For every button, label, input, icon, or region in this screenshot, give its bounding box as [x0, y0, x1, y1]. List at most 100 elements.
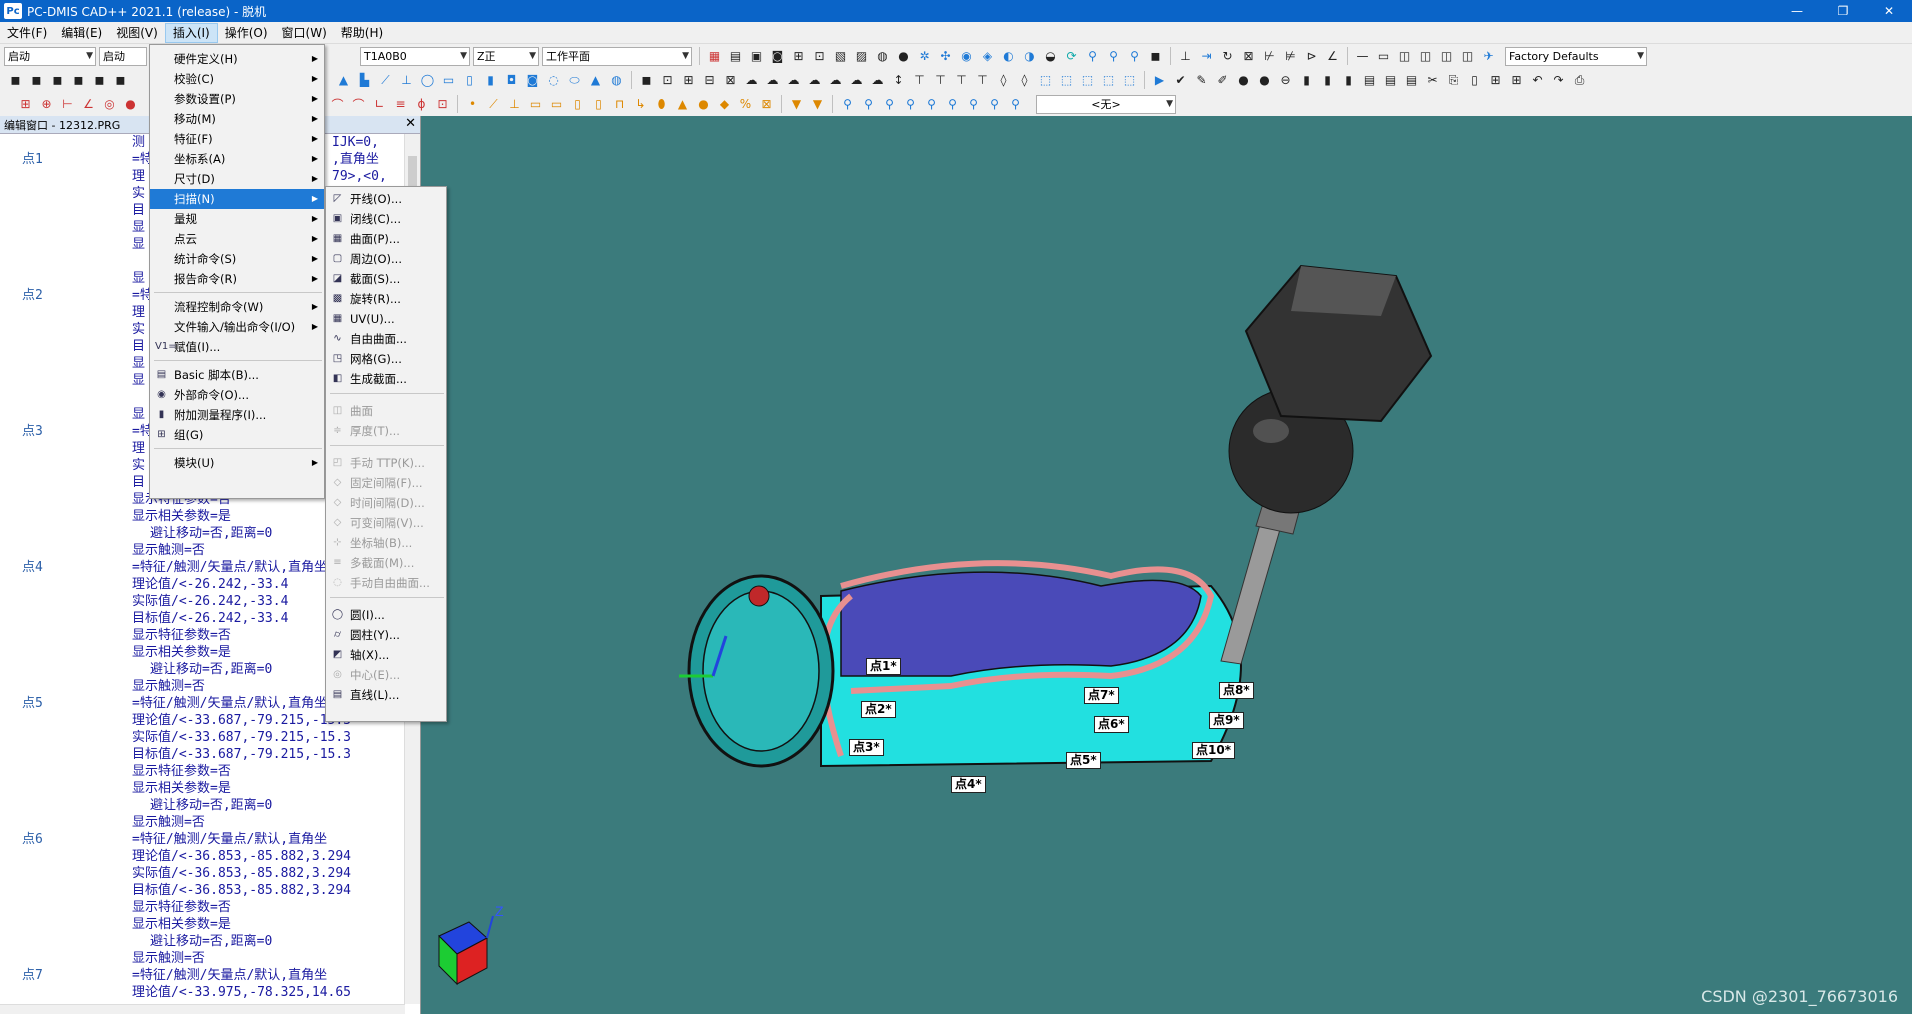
feature-point-icon[interactable]: ▲ [334, 71, 353, 90]
scan-menu-item[interactable]: ▢ 周边(O)... [326, 249, 446, 269]
insert-menu-item[interactable]: 统计命令(S) ▶ [150, 249, 324, 269]
probe-blue8-icon[interactable]: ⚲ [985, 95, 1004, 114]
stop-icon[interactable]: ⊖ [1276, 71, 1295, 90]
scan-menu-item[interactable]: ◩ 轴(X)... [326, 645, 446, 665]
arc2-red-icon[interactable]: ⌒ [349, 95, 368, 114]
box-icon[interactable]: ◼ [637, 71, 656, 90]
table2-icon[interactable]: ⊞ [1507, 71, 1526, 90]
cube-back-icon[interactable]: ◼ [27, 71, 46, 90]
point-label[interactable]: 点10* [1192, 742, 1235, 759]
scan4-icon[interactable]: ⊠ [721, 71, 740, 90]
width-red-icon[interactable]: ⊢ [58, 95, 77, 114]
insert-menu-item[interactable]: ▮ 附加测量程序(I)... [150, 405, 324, 425]
t-orange-icon[interactable]: ⊥ [505, 95, 524, 114]
insert-menu-item[interactable]: 参数设置(P) ▶ [150, 89, 324, 109]
probe-blue9-icon[interactable]: ⚲ [1006, 95, 1025, 114]
insert-menu-item[interactable]: ⊞ 组(G) [150, 425, 324, 445]
filter2-icon[interactable]: ▼ [808, 95, 827, 114]
probe-blue7-icon[interactable]: ⚲ [964, 95, 983, 114]
code-line[interactable]: 显示相关参数=是 [0, 780, 405, 797]
point-label[interactable]: 点6* [1094, 716, 1129, 733]
feature-notch-icon[interactable]: ◌ [544, 71, 563, 90]
insert-menu-item[interactable]: ◉ 外部命令(O)... [150, 385, 324, 405]
insert-menu-item[interactable]: 报告命令(R) ▶ [150, 269, 324, 289]
grid-red-icon[interactable]: ⊞ [16, 95, 35, 114]
cloud3-icon[interactable]: ☁ [784, 71, 803, 90]
dim3-icon[interactable]: ⊤ [931, 71, 950, 90]
align3-icon[interactable]: ⬚ [1078, 71, 1097, 90]
view-front-icon[interactable]: ◐ [999, 47, 1018, 66]
redo-icon[interactable]: ↷ [1549, 71, 1568, 90]
grid-icon[interactable]: ⊞ [789, 47, 808, 66]
dim6-icon[interactable]: ◊ [994, 71, 1013, 90]
shape-orange-icon[interactable]: ◆ [715, 95, 734, 114]
close-icon[interactable]: ✕ [405, 116, 416, 131]
dim2-icon[interactable]: ⊤ [910, 71, 929, 90]
code-line[interactable]: 避让移动=否,距离=0 [0, 797, 405, 814]
camera-icon[interactable]: ◙ [768, 47, 787, 66]
undo-icon[interactable]: ↶ [1528, 71, 1547, 90]
feature-plane-icon[interactable]: ▙ [355, 71, 374, 90]
dim5-icon[interactable]: ⊤ [973, 71, 992, 90]
program-mode-icon[interactable]: ⇥ [1197, 47, 1216, 66]
solid-icon[interactable]: ● [894, 47, 913, 66]
code-line[interactable]: 避让移动=否,距离=0 [0, 933, 405, 950]
restore-button[interactable]: ❐ [1820, 0, 1866, 22]
feature-cyl-icon[interactable]: ▯ [460, 71, 479, 90]
probe-blue4-icon[interactable]: ⚲ [901, 95, 920, 114]
menu-help[interactable]: 帮助(H) [334, 23, 390, 43]
menu-view[interactable]: 视图(V) [109, 23, 165, 43]
view-top-icon[interactable]: ◈ [978, 47, 997, 66]
datum-icon[interactable]: ⊳ [1302, 47, 1321, 66]
col2-orange-icon[interactable]: ▯ [589, 95, 608, 114]
scan-menu-item[interactable]: ▦ 曲面(P)... [326, 229, 446, 249]
graphics-viewport[interactable]: Z 点1* 点2* 点3* 点4* 点5* 点6* 点7* 点8* 点9* 点1… [421, 116, 1912, 1014]
percent-orange-icon[interactable]: % [736, 95, 755, 114]
menu-window[interactable]: 窗口(W) [275, 23, 334, 43]
point-label[interactable]: 点1* [866, 658, 901, 675]
feature-edge-icon[interactable]: ⊥ [397, 71, 416, 90]
feature-globe-icon[interactable]: ◍ [607, 71, 626, 90]
workplane-combo[interactable]: 工作平面 ▼ [542, 46, 692, 66]
cube-bottom-icon[interactable]: ◼ [111, 71, 130, 90]
report3-icon[interactable]: ▤ [1402, 71, 1421, 90]
probe2-icon[interactable]: ⚲ [1104, 47, 1123, 66]
minimize-button[interactable]: — [1774, 0, 1820, 22]
align5-icon[interactable]: ⬚ [1120, 71, 1139, 90]
probe-blue6-icon[interactable]: ⚲ [943, 95, 962, 114]
cube-front-icon[interactable]: ◼ [6, 71, 25, 90]
layers-icon[interactable]: ▤ [726, 47, 745, 66]
align4-icon[interactable]: ⬚ [1099, 71, 1118, 90]
code-line[interactable]: 点6 =特征/触测/矢量点/默认,直角坐 [0, 831, 405, 848]
close-button[interactable]: ✕ [1866, 0, 1912, 22]
line-orange-icon[interactable]: ⟋ [484, 95, 503, 114]
dot-orange-icon[interactable]: • [463, 95, 482, 114]
feature-cone-icon[interactable]: ▮ [481, 71, 500, 90]
arch-orange-icon[interactable]: ⊓ [610, 95, 629, 114]
menu-insert[interactable]: 插入(I) [164, 22, 218, 43]
mode-icon[interactable]: ⊥ [1176, 47, 1195, 66]
dim4-icon[interactable]: ⊤ [952, 71, 971, 90]
menu-edit[interactable]: 编辑(E) [54, 23, 109, 43]
cyl-orange-icon[interactable]: ⬮ [652, 95, 671, 114]
scan-menu-item[interactable]: ▤ 直线(L)... [326, 685, 446, 705]
feature-ellipse-icon[interactable]: ⬭ [565, 71, 584, 90]
tolerance-icon[interactable]: ⊬ [1260, 47, 1279, 66]
scan-menu-item[interactable]: ▣ 闭线(C)... [326, 209, 446, 229]
scan-menu-item[interactable]: ◪ 截面(S)... [326, 269, 446, 289]
print-icon[interactable]: ⎙ [1570, 71, 1589, 90]
window-icon[interactable]: ▨ [852, 47, 871, 66]
feature-line-icon[interactable]: ⟋ [376, 71, 395, 90]
palette-icon[interactable]: ▦ [705, 47, 724, 66]
cube-top-icon[interactable]: ◼ [90, 71, 109, 90]
loop-icon[interactable]: ↻ [1218, 47, 1237, 66]
rect-icon[interactable]: ▭ [1374, 47, 1393, 66]
none-combo[interactable]: <无> ▼ [1036, 94, 1176, 114]
tolerance2-icon[interactable]: ⊭ [1281, 47, 1300, 66]
feature-sphere-icon[interactable]: ◘ [502, 71, 521, 90]
window3-icon[interactable]: ◫ [1416, 47, 1435, 66]
line-icon[interactable]: — [1353, 47, 1372, 66]
scan-menu-item[interactable]: ⌭ 圆柱(Y)... [326, 625, 446, 645]
scan2-icon[interactable]: ⊞ [679, 71, 698, 90]
code-line[interactable]: 显示触测=否 [0, 950, 405, 967]
